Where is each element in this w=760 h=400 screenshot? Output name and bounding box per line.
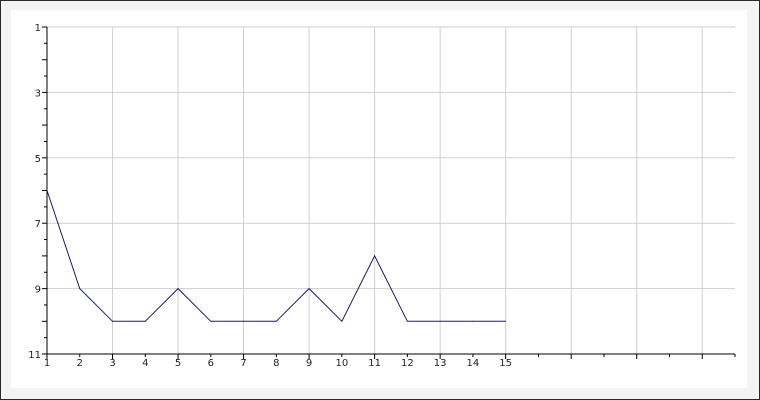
x-tick-label: 13 [434, 358, 447, 369]
x-tick-label: 3 [109, 358, 115, 369]
series-line [46, 190, 506, 323]
x-tick-label: 12 [401, 358, 414, 369]
x-tick-label: 5 [175, 358, 181, 369]
data-point [79, 288, 81, 290]
x-tick-label: 7 [240, 358, 246, 369]
data-point [406, 320, 408, 322]
data-point [341, 320, 343, 322]
data-point [177, 288, 179, 290]
x-tick-label: 9 [306, 358, 312, 369]
data-point [275, 320, 277, 322]
y-tick-label: 11 [28, 350, 41, 361]
data-point [210, 320, 212, 322]
axes [46, 27, 735, 355]
x-axis-ticks: 1 2 3 4 5 6 7 8 9 10 11 12 13 14 15 [44, 354, 736, 369]
x-tick-label: 10 [335, 358, 348, 369]
y-tick-label: 9 [35, 285, 41, 296]
y-tick-label: 3 [35, 88, 41, 99]
series-group [46, 190, 507, 323]
x-tick-label: 6 [208, 358, 214, 369]
x-tick-label: 1 [44, 358, 50, 369]
x-tick-label: 2 [77, 358, 83, 369]
data-point [46, 190, 48, 191]
data-point [308, 288, 310, 290]
y-tick-label: 1 [35, 23, 41, 34]
y-tick-label: 7 [35, 219, 41, 230]
x-tick-label: 15 [499, 358, 512, 369]
data-point [144, 320, 146, 322]
data-point [374, 255, 376, 257]
data-point [243, 320, 245, 322]
y-tick-label: 5 [35, 154, 41, 165]
x-tick-label: 8 [273, 358, 279, 369]
x-tick-label: 4 [142, 358, 148, 369]
data-point [472, 320, 474, 322]
data-point [112, 320, 114, 322]
data-point [505, 320, 507, 322]
y-axis-ticks: 1 3 5 7 9 11 [28, 23, 47, 361]
x-tick-label: 14 [467, 358, 480, 369]
data-point [439, 320, 441, 322]
grid-lines [47, 26, 735, 354]
line-chart: 1 2 3 4 5 6 7 8 9 10 11 12 13 14 15 1357911 [28, 23, 736, 369]
x-tick-label: 11 [368, 358, 381, 369]
